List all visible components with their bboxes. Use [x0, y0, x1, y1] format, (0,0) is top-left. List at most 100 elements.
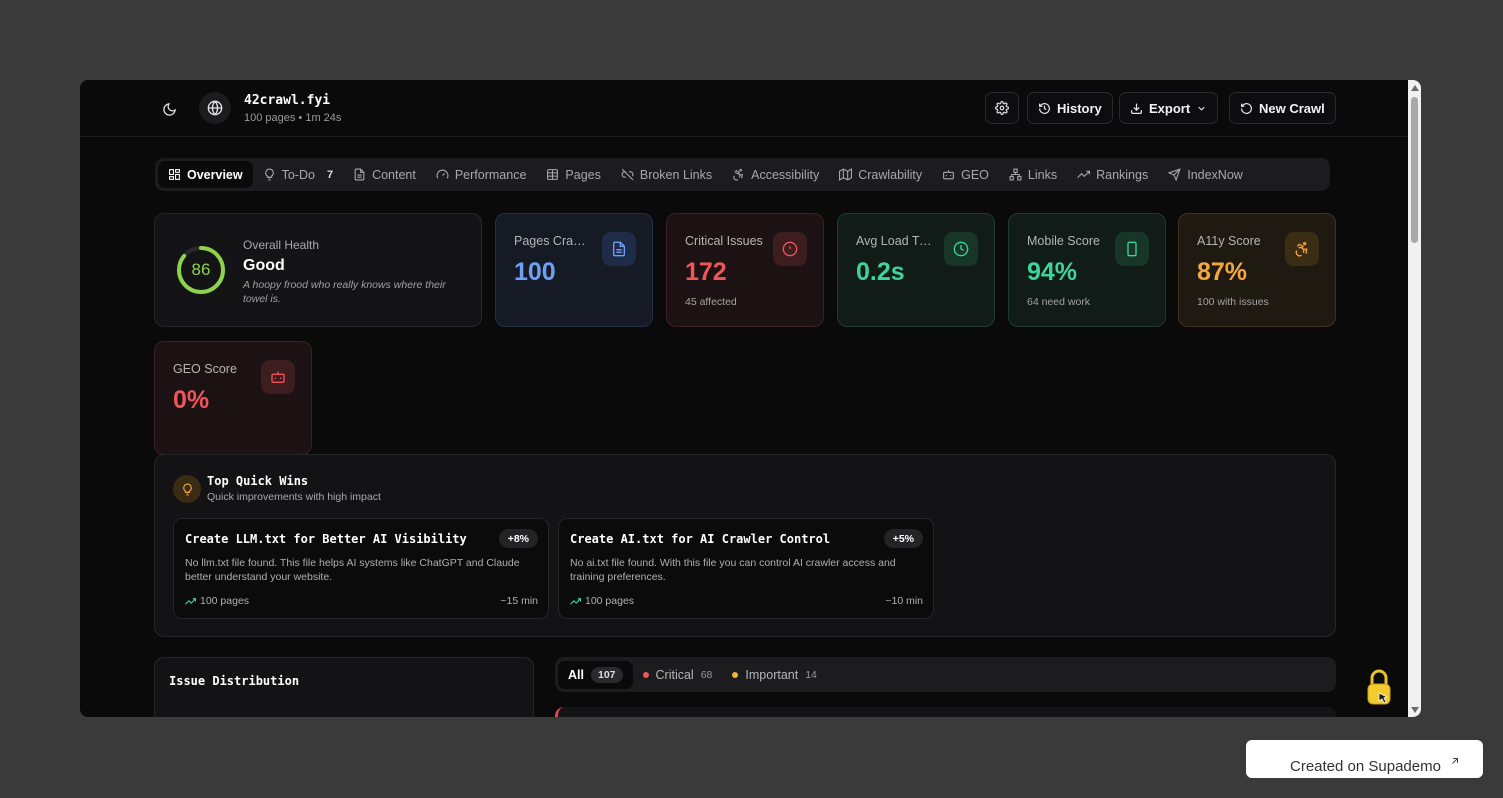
stat-icon-wrap — [773, 232, 807, 266]
filter-count: 68 — [700, 668, 713, 681]
stat-value: 87% — [1197, 258, 1248, 286]
stat-icon-wrap — [1285, 232, 1319, 266]
issue-row[interactable] — [555, 707, 1336, 717]
stat-label: GEO Score — [173, 362, 237, 376]
export-button[interactable]: Export — [1119, 92, 1219, 124]
quick-win-description: No llm.txt file found. This file helps A… — [185, 557, 520, 583]
stat-card-mobile[interactable]: Mobile Score 94% 64 need work — [1008, 213, 1166, 327]
document-icon — [613, 241, 625, 257]
stat-icon-wrap — [1115, 232, 1149, 266]
tab-links[interactable]: Links — [999, 161, 1067, 188]
tab-geo[interactable]: GEO — [932, 161, 999, 188]
tab-label: Crawlability — [858, 167, 923, 182]
quick-wins-icon-wrap — [173, 475, 201, 503]
quick-win-title: Create AI.txt for AI Crawler Control — [570, 532, 831, 546]
map-icon — [839, 168, 853, 181]
globe-icon — [207, 100, 223, 116]
stat-card-pages[interactable]: Pages Crawled 100 — [495, 213, 653, 327]
stat-label: Mobile Score — [1027, 234, 1100, 248]
trending-icon — [1077, 170, 1091, 179]
supademo-label: Created on Supademo — [1290, 758, 1441, 775]
stat-value: 94% — [1027, 258, 1078, 286]
tab-bar: Overview To-Do 7 Content Performance Pag… — [155, 158, 1330, 191]
site-avatar — [199, 92, 231, 124]
grid-icon — [169, 169, 180, 180]
stat-card-a11y[interactable]: A11y Score 87% 100 with issues — [1178, 213, 1336, 327]
send-icon — [1168, 168, 1182, 181]
refresh-icon — [1241, 102, 1252, 114]
supademo-badge[interactable]: Created on Supademo — [1246, 740, 1483, 778]
tab-crawlability[interactable]: Crawlability — [829, 161, 932, 188]
stat-value: 172 — [685, 258, 727, 286]
filter-label: Important — [745, 667, 799, 682]
todo-count: 7 — [326, 168, 334, 181]
quick-win-title: Create LLM.txt for Better AI Visibility — [185, 532, 467, 546]
phone-icon — [1127, 241, 1137, 257]
robot-icon — [271, 371, 285, 383]
tab-broken-links[interactable]: Broken Links — [611, 161, 722, 188]
accessibility-icon — [1295, 242, 1308, 257]
tab-rankings[interactable]: Rankings — [1067, 161, 1158, 188]
filter-important[interactable]: Important 14 — [722, 661, 827, 689]
stat-card-critical[interactable]: Critical Issues 172 45 affected — [666, 213, 824, 327]
history-label: History — [1057, 100, 1102, 116]
stat-icon-wrap — [261, 360, 295, 394]
tab-overview[interactable]: Overview — [158, 161, 253, 188]
stat-icon-wrap — [602, 232, 636, 266]
scrollbar[interactable] — [1408, 80, 1421, 717]
quick-win-card[interactable]: Create AI.txt for AI Crawler Control +5%… — [558, 518, 934, 619]
tab-indexnow[interactable]: IndexNow — [1158, 161, 1253, 188]
new-crawl-label: New Crawl — [1259, 100, 1325, 116]
quick-wins-title: Top Quick Wins — [207, 474, 309, 488]
filter-all[interactable]: All 107 — [558, 660, 633, 689]
tab-todo[interactable]: To-Do 7 — [253, 161, 343, 188]
filter-count: 107 — [590, 666, 623, 683]
export-label: Export — [1149, 100, 1191, 116]
settings-button[interactable] — [985, 92, 1019, 124]
scroll-down-arrow-icon[interactable] — [1411, 707, 1419, 713]
site-name: 42crawl.fyi — [244, 93, 331, 108]
gear-icon — [995, 101, 1009, 115]
filter-critical[interactable]: Critical 68 — [633, 661, 723, 689]
stat-value: 100 — [514, 258, 556, 286]
tab-label: Overview — [187, 167, 243, 182]
quick-win-card[interactable]: Create LLM.txt for Better AI Visibility … — [173, 518, 549, 619]
gauge-icon — [436, 169, 449, 179]
critical-dot-icon — [642, 671, 649, 678]
quick-wins-subtitle: Quick improvements with high impact — [207, 491, 381, 503]
theme-toggle[interactable] — [158, 98, 180, 120]
pages-count: 100 pages — [585, 595, 635, 607]
tab-label: Rankings — [1096, 167, 1149, 182]
stat-card-load-time[interactable]: Avg Load Time 0.2s — [837, 213, 995, 327]
clock-icon — [953, 241, 969, 257]
stat-label: A11y Score — [1197, 234, 1261, 248]
stat-value: 0.2s — [856, 258, 905, 286]
tab-performance[interactable]: Performance — [426, 161, 537, 188]
lightbulb-icon — [182, 483, 192, 495]
new-crawl-button[interactable]: New Crawl — [1229, 92, 1336, 124]
lock-icon[interactable] — [1366, 668, 1392, 708]
time-estimate: ~10 min — [885, 595, 923, 607]
stat-card-geo[interactable]: GEO Score 0% — [154, 341, 312, 455]
history-button[interactable]: History — [1027, 92, 1113, 124]
tab-content[interactable]: Content — [343, 161, 426, 188]
accessibility-icon — [733, 168, 744, 181]
history-icon — [1039, 102, 1050, 114]
network-icon — [1009, 168, 1022, 181]
stat-sub: 64 need work — [1027, 296, 1091, 308]
trending-icon — [185, 597, 196, 605]
broken-link-icon — [621, 168, 634, 181]
tab-label: Pages — [565, 167, 601, 182]
tab-pages[interactable]: Pages — [536, 161, 610, 188]
overall-health-card: 86 Overall Health Good A hoopy frood who… — [154, 213, 482, 327]
app-window: 42crawl.fyi 100 pages • 1m 24s History E… — [80, 80, 1421, 717]
tab-label: GEO — [961, 167, 989, 182]
tab-accessibility[interactable]: Accessibility — [722, 161, 829, 188]
issue-distribution-title: Issue Distribution — [169, 674, 300, 688]
health-score: 86 — [191, 260, 211, 279]
tab-label: IndexNow — [1187, 167, 1243, 182]
scroll-thumb[interactable] — [1411, 97, 1418, 243]
issue-filter-bar: All 107 Critical 68 Important 14 — [555, 657, 1336, 692]
quick-win-description: No ai.txt file found. With this file you… — [570, 557, 896, 583]
scroll-up-arrow-icon[interactable] — [1411, 85, 1419, 91]
